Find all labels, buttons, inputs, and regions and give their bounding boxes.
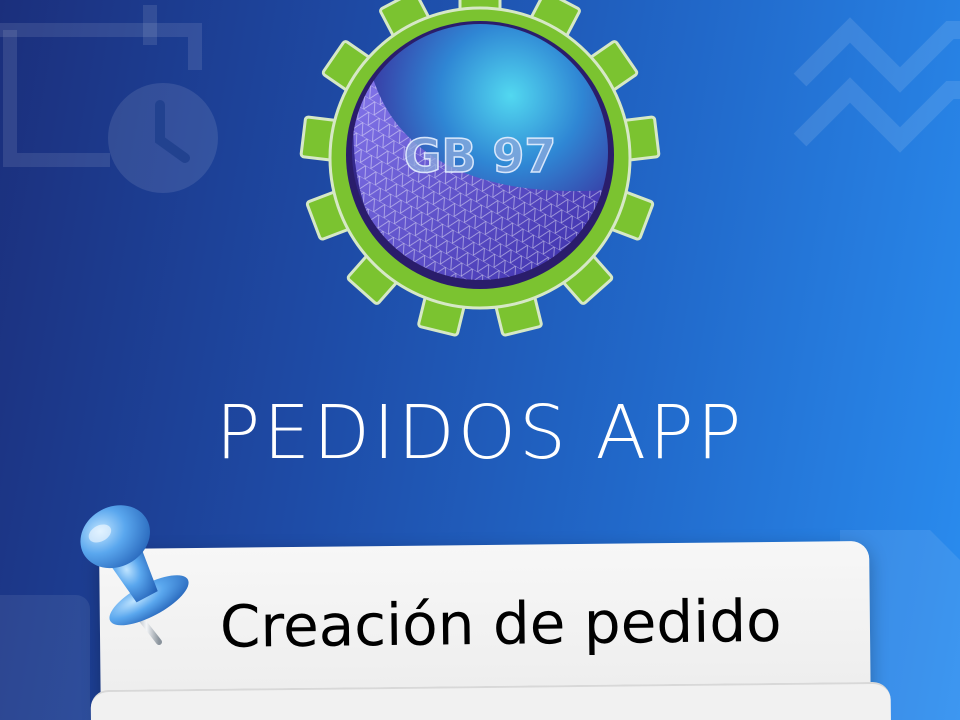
note-title: Creación de pedido [219, 586, 782, 661]
trend-chart-icon [793, 17, 960, 153]
logo-text: GB 97 [404, 129, 557, 183]
company-logo: GB 97 [299, 0, 661, 338]
pushpin-icon [80, 505, 189, 645]
app-title: PEDIDOS APP [215, 390, 745, 476]
calendar-clock-icon [0, 5, 218, 193]
note-card: Creación de pedido [99, 540, 871, 720]
